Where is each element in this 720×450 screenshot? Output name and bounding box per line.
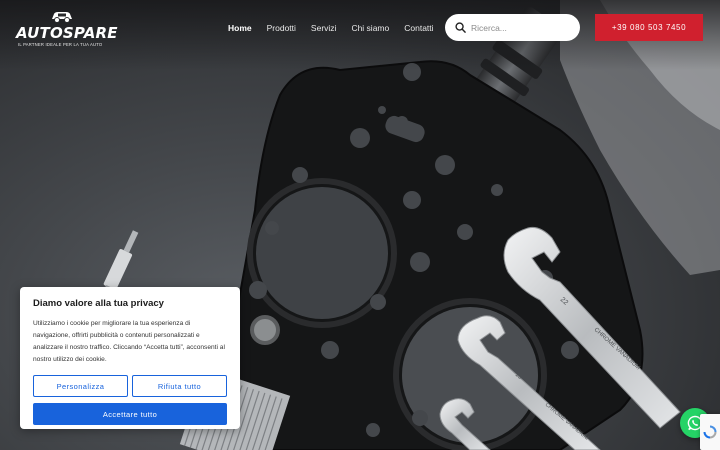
logo-word-auto: AUTO <box>16 24 63 42</box>
nav-item-prodotti[interactable]: Prodotti <box>267 23 296 33</box>
customize-button[interactable]: Personalizza <box>33 375 128 397</box>
site-logo[interactable]: AUTOSPARE IL PARTNER IDEALE PER LA TUA A… <box>16 9 118 49</box>
car-logo-icon <box>52 12 72 23</box>
reject-all-button[interactable]: Rifiuta tutto <box>132 375 227 397</box>
search-box[interactable] <box>445 14 580 41</box>
logo-wordmark: AUTOSPARE <box>16 24 118 42</box>
nav-item-contatti[interactable]: Contatti <box>404 23 433 33</box>
logo-word-spare: SPARE <box>62 24 118 42</box>
cookie-button-row: Personalizza Rifiuta tutto <box>33 375 227 397</box>
search-icon <box>455 22 466 33</box>
phone-button[interactable]: +39 080 503 7450 <box>595 14 703 41</box>
nav-item-chi-siamo[interactable]: Chi siamo <box>351 23 389 33</box>
accept-all-button[interactable]: Accettare tutto <box>33 403 227 425</box>
search-input[interactable] <box>471 22 571 33</box>
nav-item-home[interactable]: Home <box>228 23 252 33</box>
cookie-title: Diamo valore alla tua privacy <box>33 298 164 309</box>
cookie-banner: Diamo valore alla tua privacy Utilizziam… <box>20 287 240 429</box>
logo-tagline: IL PARTNER IDEALE PER LA TUA AUTO <box>18 42 103 47</box>
recaptcha-icon <box>703 425 717 439</box>
recaptcha-badge[interactable] <box>700 414 720 450</box>
cookie-description: Utilizziamo i cookie per migliorare la t… <box>33 320 225 363</box>
main-nav: Home Prodotti Servizi Chi siamo Contatti <box>228 0 449 56</box>
nav-item-servizi[interactable]: Servizi <box>311 23 337 33</box>
head-gasket-shape <box>226 60 644 450</box>
